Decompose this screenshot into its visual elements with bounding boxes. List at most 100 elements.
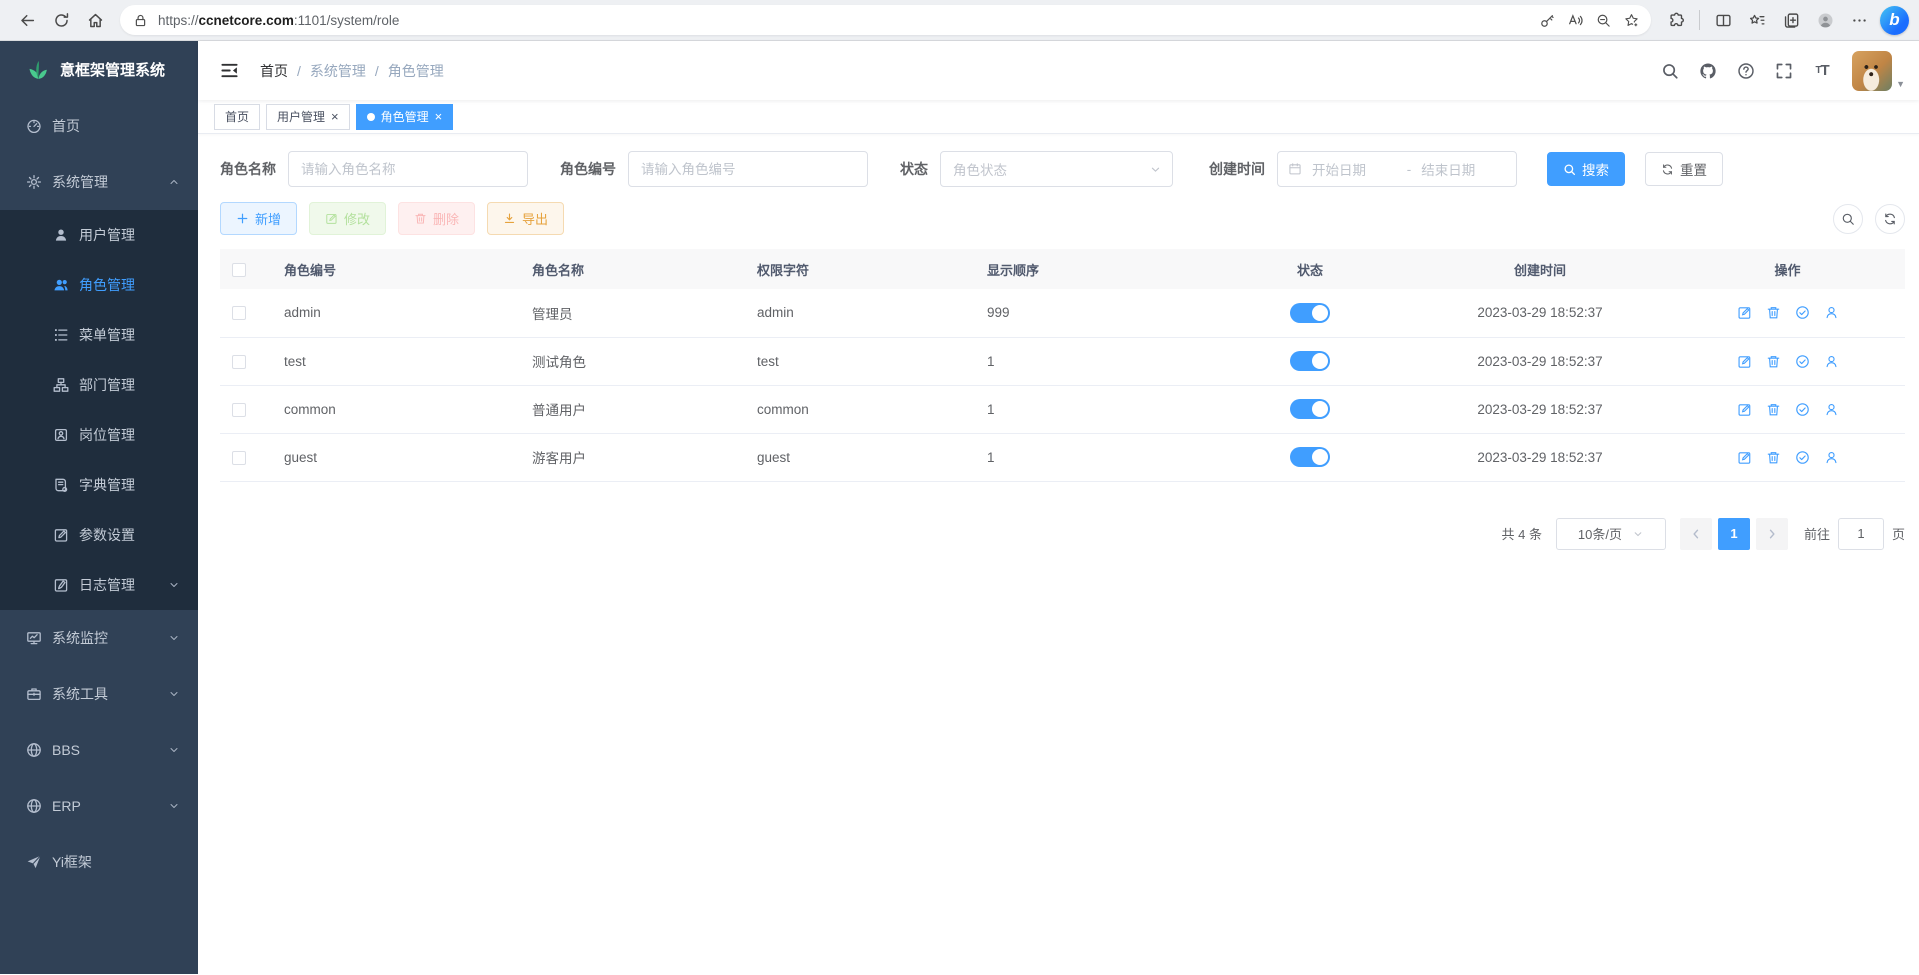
sidebar-item-role-mgmt[interactable]: 角色管理: [0, 260, 198, 310]
row-delete-button[interactable]: [1766, 402, 1781, 417]
more-menu-icon[interactable]: [1842, 3, 1876, 37]
status-toggle[interactable]: [1290, 447, 1330, 467]
cell-role-code: guest: [272, 433, 520, 481]
row-checkbox[interactable]: [232, 355, 246, 369]
browser-home-button[interactable]: [78, 3, 112, 37]
delete-button[interactable]: 删除: [398, 202, 475, 235]
row-edit-button[interactable]: [1737, 402, 1752, 417]
status-toggle[interactable]: [1290, 351, 1330, 371]
read-aloud-icon[interactable]: [1561, 6, 1589, 34]
lock-icon[interactable]: [126, 6, 154, 34]
user-menu[interactable]: ▼: [1852, 51, 1905, 91]
collections-icon[interactable]: [1774, 3, 1808, 37]
fullscreen-button[interactable]: [1768, 55, 1800, 87]
status-toggle[interactable]: [1290, 399, 1330, 419]
row-edit-button[interactable]: [1737, 450, 1752, 465]
row-edit-button[interactable]: [1737, 305, 1752, 320]
sidebar-collapse-button[interactable]: [212, 54, 246, 88]
goto-page-input[interactable]: [1838, 518, 1884, 550]
row-permission-button[interactable]: [1795, 450, 1810, 465]
sidebar-item-system-tools[interactable]: 系统工具: [0, 666, 198, 722]
browser-back-button[interactable]: [10, 3, 44, 37]
browser-profile-icon[interactable]: [1808, 3, 1842, 37]
row-assign-user-button[interactable]: [1824, 450, 1839, 465]
github-button[interactable]: [1692, 55, 1724, 87]
help-button[interactable]: [1730, 55, 1762, 87]
password-key-icon[interactable]: [1533, 6, 1561, 34]
row-delete-button[interactable]: [1766, 354, 1781, 369]
user-avatar[interactable]: [1852, 51, 1892, 91]
browser-toolbar: https://ccnetcore.com:1101/system/role b: [0, 0, 1919, 41]
sidebar-item-bbs[interactable]: BBS: [0, 722, 198, 778]
tab-user-mgmt[interactable]: 用户管理×: [266, 104, 350, 130]
sidebar-item-home[interactable]: 首页: [0, 98, 198, 154]
tab-home[interactable]: 首页: [214, 104, 260, 130]
date-start-placeholder[interactable]: 开始日期: [1312, 159, 1397, 179]
sidebar-item-dept-mgmt[interactable]: 部门管理: [0, 360, 198, 410]
address-bar[interactable]: https://ccnetcore.com:1101/system/role: [120, 5, 1651, 35]
header-search-button[interactable]: [1654, 55, 1686, 87]
close-tab-icon[interactable]: ×: [435, 110, 443, 123]
refresh-table-button[interactable]: [1875, 204, 1905, 234]
sidebar-item-log-mgmt[interactable]: 日志管理: [0, 560, 198, 610]
cell-role-name: 普通用户: [520, 385, 745, 433]
sidebar-item-menu-mgmt[interactable]: 菜单管理: [0, 310, 198, 360]
sidebar-item-post-mgmt[interactable]: 岗位管理: [0, 410, 198, 460]
select-all-checkbox[interactable]: [232, 263, 246, 277]
edit-icon: [325, 212, 338, 225]
sidebar-item-yi-framework[interactable]: Yi框架: [0, 834, 198, 890]
status-toggle[interactable]: [1290, 303, 1330, 323]
chevron-left-icon: [1690, 528, 1702, 540]
next-page-button[interactable]: [1756, 518, 1788, 550]
row-permission-button[interactable]: [1795, 354, 1810, 369]
row-assign-user-button[interactable]: [1824, 402, 1839, 417]
page-number-button[interactable]: 1: [1718, 518, 1750, 550]
sidebar-item-erp[interactable]: ERP: [0, 778, 198, 834]
row-permission-button[interactable]: [1795, 305, 1810, 320]
search-button[interactable]: 搜索: [1547, 152, 1625, 186]
user-icon: [53, 227, 69, 243]
sidebar-item-dict-mgmt[interactable]: 字典管理: [0, 460, 198, 510]
prev-page-button[interactable]: [1680, 518, 1712, 550]
row-checkbox[interactable]: [232, 403, 246, 417]
back-icon: [19, 12, 36, 29]
status-select[interactable]: 角色状态: [940, 151, 1173, 187]
extensions-icon[interactable]: [1659, 3, 1693, 37]
close-tab-icon[interactable]: ×: [331, 110, 339, 123]
copilot-bing-icon[interactable]: b: [1880, 6, 1909, 35]
add-favorite-star-icon[interactable]: [1617, 6, 1645, 34]
breadcrumb-home[interactable]: 首页: [260, 61, 288, 81]
app-logo[interactable]: 意框架管理系统: [0, 41, 198, 98]
sidebar-item-user-mgmt[interactable]: 用户管理: [0, 210, 198, 260]
date-range-picker[interactable]: 开始日期 - 结束日期: [1277, 151, 1517, 187]
browser-reload-button[interactable]: [44, 3, 78, 37]
add-button[interactable]: 新增: [220, 202, 297, 235]
reset-button[interactable]: 重置: [1645, 152, 1723, 186]
row-delete-button[interactable]: [1766, 305, 1781, 320]
row-permission-button[interactable]: [1795, 402, 1810, 417]
date-end-placeholder[interactable]: 结束日期: [1421, 159, 1506, 179]
row-edit-button[interactable]: [1737, 354, 1752, 369]
sidebar-item-system-mgmt[interactable]: 系统管理: [0, 154, 198, 210]
sidebar-item-param-settings[interactable]: 参数设置: [0, 510, 198, 560]
role-name-input[interactable]: [288, 151, 528, 187]
role-code-input[interactable]: [628, 151, 868, 187]
edit-button[interactable]: 修改: [309, 202, 386, 235]
chevron-down-icon: [168, 800, 180, 812]
row-assign-user-button[interactable]: [1824, 354, 1839, 369]
sidebar-item-system-monitor[interactable]: 系统监控: [0, 610, 198, 666]
tab-role-mgmt[interactable]: 角色管理×: [356, 104, 454, 130]
row-delete-button[interactable]: [1766, 450, 1781, 465]
export-button[interactable]: 导出: [487, 202, 564, 235]
row-assign-user-button[interactable]: [1824, 305, 1839, 320]
edit-icon: [53, 527, 69, 543]
zoom-out-icon[interactable]: [1589, 6, 1617, 34]
row-checkbox[interactable]: [232, 306, 246, 320]
favorites-icon[interactable]: [1740, 3, 1774, 37]
row-checkbox[interactable]: [232, 451, 246, 465]
split-screen-icon[interactable]: [1706, 3, 1740, 37]
cell-role-code: admin: [272, 289, 520, 337]
toggle-search-button[interactable]: [1833, 204, 1863, 234]
page-size-select[interactable]: 10条/页: [1556, 518, 1666, 550]
font-size-button[interactable]: TT: [1806, 55, 1838, 87]
